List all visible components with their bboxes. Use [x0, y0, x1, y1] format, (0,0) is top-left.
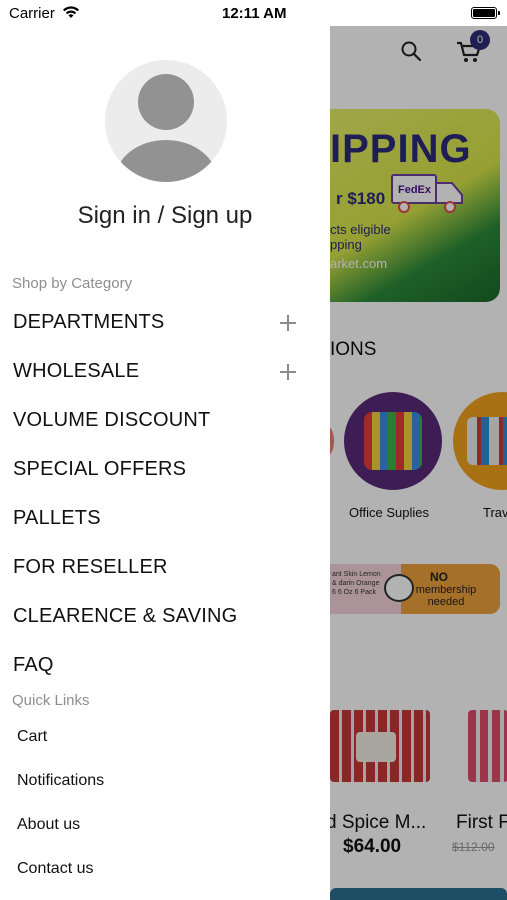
category-label: Office Suplies	[349, 505, 429, 520]
quick-link-about-us[interactable]: About us	[17, 816, 80, 834]
banner-title: IPPING	[330, 127, 472, 171]
banner-eligibility: cts eligible pping	[330, 222, 391, 252]
avatar-placeholder-icon[interactable]	[105, 60, 227, 182]
search-icon[interactable]	[400, 40, 422, 62]
expand-plus-icon[interactable]	[280, 315, 296, 331]
product-name[interactable]: First F	[456, 812, 507, 834]
office-supplies-image	[364, 412, 422, 470]
product-image[interactable]	[330, 710, 430, 782]
status-bar: Carrier 12:11 AM	[0, 0, 507, 26]
quick-link-cart[interactable]: Cart	[17, 728, 47, 746]
menu-item-volume-discount[interactable]: VOLUME DISCOUNT	[13, 409, 210, 432]
menu-item-special-offers[interactable]: SPECIAL OFFERS	[13, 458, 186, 481]
shipping-banner[interactable]: IPPING r $180 cts eligible pping arket.co…	[330, 109, 500, 302]
product-image[interactable]	[468, 710, 507, 782]
avatar-head-shape	[138, 74, 194, 130]
menu-item-departments[interactable]: DEPARTMENTS	[13, 311, 164, 334]
category-travel[interactable]	[453, 392, 507, 490]
shop-by-category-heading: Shop by Category	[12, 275, 133, 292]
travel-image	[467, 417, 507, 465]
side-drawer: Sign in / Sign up Shop by Category DEPAR…	[0, 26, 330, 900]
quick-link-contact-us[interactable]: Contact us	[17, 860, 93, 878]
menu-item-wholesale[interactable]: WHOLESALE	[13, 360, 139, 383]
banner-partial[interactable]	[330, 888, 507, 900]
promo-subtext: membership needed	[415, 584, 477, 608]
expand-plus-icon[interactable]	[280, 364, 296, 380]
menu-item-for-reseller[interactable]: FOR RESELLER	[13, 556, 168, 579]
menu-item-pallets[interactable]: PALLETS	[13, 507, 101, 530]
category-office-supplies[interactable]	[344, 392, 442, 490]
menu-item-clearance-saving[interactable]: CLEARENCE & SAVING	[13, 605, 237, 628]
product-label-graphic	[356, 732, 396, 762]
avatar-body-shape	[115, 140, 217, 182]
product-old-price: $112.00	[452, 840, 495, 854]
section-title: IONS	[330, 339, 377, 360]
promo-product-text: ant Skin Lemon & darin Orange 6 6 Oz 6 P…	[332, 571, 381, 596]
product-name[interactable]: d Spice M...	[330, 812, 426, 834]
banner-website: arket.com	[330, 256, 388, 271]
promo-headline: NO	[430, 570, 448, 584]
battery-icon	[471, 7, 500, 19]
quick-link-notifications[interactable]: Notifications	[17, 772, 104, 790]
carrier-label: Carrier	[9, 5, 55, 22]
delivery-truck-icon: FedEx	[391, 174, 463, 213]
status-time: 12:11 AM	[222, 5, 287, 22]
banner-threshold: r $180	[336, 189, 386, 208]
sign-in-link[interactable]: Sign in / Sign up	[0, 202, 330, 230]
cart-count-badge: 0	[470, 30, 490, 50]
wifi-icon	[63, 6, 79, 18]
category-circle-partial[interactable]	[330, 426, 334, 456]
truck-brand: FedEx	[398, 184, 432, 196]
category-label: Trav	[483, 505, 507, 520]
background-home-screen: 0 IPPING r $180 cts eligible pping arket.…	[330, 26, 507, 900]
membership-promo-banner[interactable]: ant Skin Lemon & darin Orange 6 6 Oz 6 P…	[330, 564, 500, 614]
menu-item-faq[interactable]: FAQ	[13, 654, 54, 677]
product-price: $64.00	[343, 836, 402, 857]
quick-links-heading: Quick Links	[12, 692, 90, 709]
